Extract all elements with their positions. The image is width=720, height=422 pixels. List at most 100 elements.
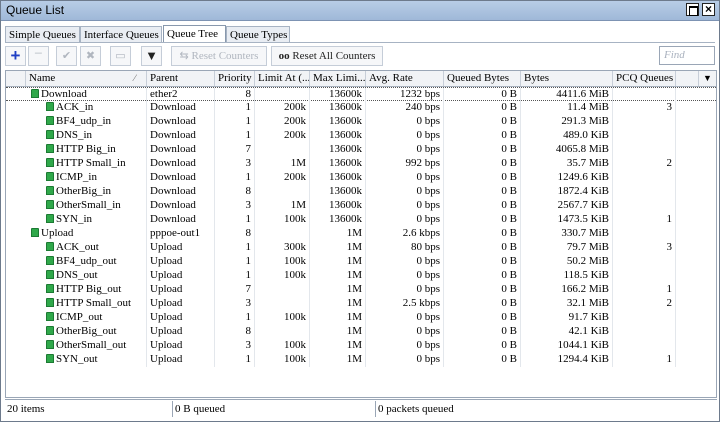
cell-avg-rate: 0 bps: [366, 213, 444, 227]
cell-parent: Upload: [147, 339, 215, 353]
cell-priority: 1: [215, 115, 255, 129]
table-row[interactable]: OtherBig_out Upload 8 1M 0 bps 0 B 42.1 KiB: [6, 325, 716, 339]
cell-pcq: [613, 143, 676, 157]
column-queued-bytes[interactable]: Queued Bytes: [444, 71, 521, 86]
column-parent[interactable]: Parent: [147, 71, 215, 86]
cell-queued: 0 B: [444, 171, 521, 185]
comment-icon[interactable]: ▭: [110, 46, 131, 66]
queue-icon: [46, 214, 54, 223]
table-row[interactable]: HTTP Big_in Download 7 13600k 0 bps 0 B 4065.8…: [6, 143, 716, 157]
cell-max-limit: 1M: [310, 255, 366, 269]
queue-icon: [31, 228, 39, 237]
disable-icon[interactable]: ✖: [80, 46, 101, 66]
find-input[interactable]: Find: [659, 46, 715, 65]
remove-icon[interactable]: −: [28, 46, 49, 66]
cell-name: OtherBig_out: [26, 325, 147, 339]
cell-name: ACK_out: [26, 241, 147, 255]
table-row[interactable]: ICMP_out Upload 1 100k 1M 0 bps 0 B 91.7 KiB: [6, 311, 716, 325]
table-row[interactable]: SYN_out Upload 1 100k 1M 0 bps 0 B 1294.4 KiB 1: [6, 353, 716, 367]
cell-parent: pppoe-out1: [147, 227, 215, 241]
table-row[interactable]: OtherSmall_in Download 3 1M 13600k 0 bps 0 B 25…: [6, 199, 716, 213]
cell-priority: 8: [215, 88, 255, 102]
table-row[interactable]: DNS_out Upload 1 100k 1M 0 bps 0 B 118.5 KiB: [6, 269, 716, 283]
table-row[interactable]: ICMP_in Download 1 200k 13600k 0 bps 0 B 1249.6…: [6, 171, 716, 185]
cell-limit-at: 100k: [255, 255, 310, 269]
filter-icon[interactable]: ▼: [141, 46, 162, 66]
close-icon[interactable]: ×: [702, 3, 715, 16]
cell-name: SYN_in: [26, 213, 147, 227]
table-row[interactable]: OtherSmall_out Upload 3 100k 1M 0 bps 0 B 1044.…: [6, 339, 716, 353]
enable-icon[interactable]: ✔: [56, 46, 77, 66]
cell-priority: 3: [215, 297, 255, 311]
sort-indicator-icon: ⁄: [134, 73, 136, 83]
cell-max-limit: 13600k: [310, 171, 366, 185]
cell-limit-at: 100k: [255, 339, 310, 353]
cell-queued: 0 B: [444, 311, 521, 325]
cell-bytes: 1294.4 KiB: [521, 353, 613, 367]
cell-avg-rate: 0 bps: [366, 199, 444, 213]
cell-pcq: [613, 129, 676, 143]
table-row[interactable]: SYN_in Download 1 100k 13600k 0 bps 0 B 1473.5 …: [6, 213, 716, 227]
cell-parent: Upload: [147, 241, 215, 255]
table-row[interactable]: BF4_udp_out Upload 1 100k 1M 0 bps 0 B 50.2 MiB: [6, 255, 716, 269]
cell-bytes: 1872.4 KiB: [521, 185, 613, 199]
cell-priority: 3: [215, 199, 255, 213]
queue-name: OtherSmall_out: [56, 339, 127, 351]
cell-pcq: [613, 88, 676, 102]
column-max-limit[interactable]: Max Limi...: [310, 71, 366, 86]
add-icon[interactable]: +: [5, 46, 26, 66]
table-row[interactable]: Upload pppoe-out1 8 1M 2.6 kbps 0 B 330.7 MiB: [6, 227, 716, 241]
cell-limit-at: 200k: [255, 115, 310, 129]
tab-queue-types[interactable]: Queue Types: [226, 26, 290, 42]
cell-parent: Download: [147, 101, 215, 115]
table-row[interactable]: HTTP Small_out Upload 3 1M 2.5 kbps 0 B 32.1 M…: [6, 297, 716, 311]
column-bytes[interactable]: Bytes: [521, 71, 613, 86]
cell-name: HTTP Big_out: [26, 283, 147, 297]
table-row[interactable]: OtherBig_in Download 8 13600k 0 bps 0 B 1872.4…: [6, 185, 716, 199]
table-row[interactable]: ACK_out Upload 1 300k 1M 80 bps 0 B 79.7 MiB 3: [6, 241, 716, 255]
table-row[interactable]: ACK_in Download 1 200k 13600k 240 bps 0 B 11.4 …: [6, 101, 716, 115]
queue-name: HTTP Small_out: [56, 297, 132, 309]
table-row[interactable]: DNS_in Download 1 200k 13600k 0 bps 0 B 489.0 K…: [6, 129, 716, 143]
tab-simple-queues[interactable]: Simple Queues: [5, 26, 80, 42]
column-avg-rate[interactable]: Avg. Rate: [366, 71, 444, 86]
table-row[interactable]: Download ether2 8 13600k 1232 bps 0 B 4411.6 M…: [6, 87, 716, 102]
column-priority[interactable]: Priority: [215, 71, 255, 86]
cell-pcq: [613, 115, 676, 129]
cell-bytes: 291.3 MiB: [521, 115, 613, 129]
tab-queue-tree[interactable]: Queue Tree: [163, 25, 226, 43]
cell-name: ICMP_out: [26, 311, 147, 325]
cell-name: DNS_in: [26, 129, 147, 143]
cell-parent: Download: [147, 213, 215, 227]
cell-bytes: 330.7 MiB: [521, 227, 613, 241]
cell-parent: Upload: [147, 283, 215, 297]
title-bar[interactable]: Queue List ×: [1, 1, 719, 21]
cell-avg-rate: 2.6 kbps: [366, 227, 444, 241]
column-limit-at[interactable]: Limit At (...: [255, 71, 310, 86]
cell-queued: 0 B: [444, 255, 521, 269]
table-row[interactable]: HTTP Big_out Upload 7 1M 0 bps 0 B 166.2 MiB 1: [6, 283, 716, 297]
reset-all-counters-button[interactable]: oo Reset All Counters: [271, 46, 383, 66]
cell-max-limit: 1M: [310, 297, 366, 311]
cell-max-limit: 13600k: [310, 115, 366, 129]
cell-priority: 1: [215, 129, 255, 143]
restore-icon[interactable]: [686, 3, 699, 16]
column-menu-icon[interactable]: ▼: [699, 71, 716, 86]
queue-name: HTTP Big_out: [56, 283, 122, 295]
cell-avg-rate: 0 bps: [366, 353, 444, 367]
table-row[interactable]: HTTP Small_in Download 3 1M 13600k 992 bps 0 B…: [6, 157, 716, 171]
column-pcq-queues[interactable]: PCQ Queues: [613, 71, 676, 86]
queue-icon: [46, 340, 54, 349]
cell-max-limit: 13600k: [310, 88, 366, 102]
tab-interface-queues[interactable]: Interface Queues: [80, 26, 162, 42]
cell-max-limit: 13600k: [310, 157, 366, 171]
cell-bytes: 50.2 MiB: [521, 255, 613, 269]
cell-avg-rate: 0 bps: [366, 115, 444, 129]
cell-max-limit: 13600k: [310, 185, 366, 199]
cell-name: HTTP Small_in: [26, 157, 147, 171]
cell-name: HTTP Small_out: [26, 297, 147, 311]
table-row[interactable]: BF4_udp_in Download 1 200k 13600k 0 bps 0 B 291…: [6, 115, 716, 129]
column-name[interactable]: Name: [26, 71, 147, 86]
cell-max-limit: 1M: [310, 269, 366, 283]
reset-counters-button[interactable]: ⇆ Reset Counters: [171, 46, 267, 66]
